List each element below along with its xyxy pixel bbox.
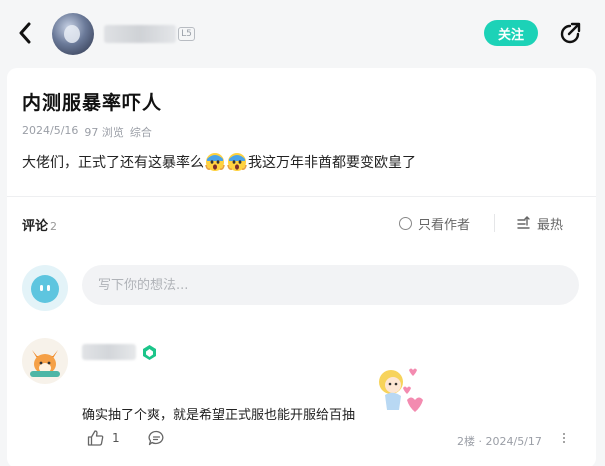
comment-actions: 1 [87,430,165,446]
post-title: 内测服暴率吓人 [22,92,163,114]
comments-header: 评论 2 [22,215,57,234]
comment-input[interactable] [82,265,579,305]
radio-icon [399,217,412,230]
sort-icon [517,216,530,229]
section-divider [7,196,596,197]
like-count: 1 [112,431,120,445]
scream-emoji-icon [227,152,247,172]
post-views: 97 浏览 [84,126,124,139]
scream-emoji-icon [205,152,225,172]
toolbar-divider [494,214,495,232]
share-icon [560,22,581,44]
comment-text: 确实抽了个爽，就是希望正式服也能开服给百抽 [82,408,356,423]
thumbs-up-icon [87,430,104,446]
current-user-avatar [22,265,68,311]
sort-hot-button[interactable]: 最热 [516,214,563,233]
post-date: 2024/5/16 [22,124,79,137]
post-meta: 2024/5/16 97 浏览 综合 [22,124,152,140]
comments-label: 评论 [22,219,49,234]
share-button[interactable] [558,21,582,45]
commenter-name-blurred[interactable] [82,344,136,360]
reply-button[interactable] [148,430,165,446]
back-arrow-icon [19,22,31,44]
only-author-label: 只看作者 [418,218,471,233]
post-category[interactable]: 综合 [130,124,152,140]
only-author-toggle[interactable]: 只看作者 [399,214,470,233]
fox-avatar-icon [30,350,60,377]
author-name-blurred[interactable] [104,25,176,43]
post-body: 大佬们，正式了还有这暴率么 我这万年非酋都要变欧皇了 [22,152,416,172]
comments-count: 2 [50,220,58,233]
verified-badge-icon [143,345,156,360]
commenter-avatar[interactable] [22,338,68,384]
anime-girl-sticker-icon [379,368,423,412]
post-body-text-1: 大佬们，正式了还有这暴率么 [22,155,204,171]
post-card: 内测服暴率吓人 2024/5/16 97 浏览 综合 大佬们，正式了还有这暴率么… [7,68,596,466]
more-options-button[interactable] [559,430,569,446]
author-avatar[interactable] [52,13,94,55]
sort-hot-label: 最热 [537,218,564,233]
comment-bubble-icon [148,430,164,446]
author-level-badge: L5 [178,27,195,41]
post-body-text-2: 我这万年非酋都要变欧皇了 [248,155,416,171]
back-button[interactable] [14,20,36,46]
top-bar: L5 关注 [0,0,605,66]
follow-button[interactable]: 关注 [484,20,538,46]
like-button[interactable]: 1 [87,430,120,446]
comment-floor-date: 2楼 · 2024/5/17 [457,435,542,448]
